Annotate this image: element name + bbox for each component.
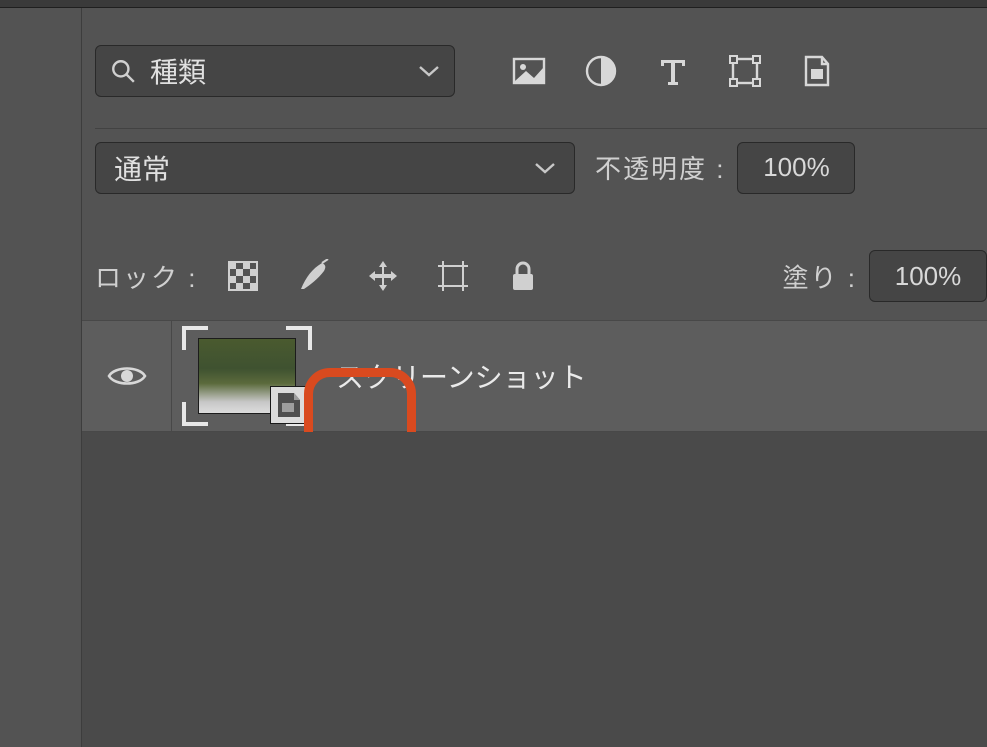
adjustment-filter-icon[interactable]: [583, 53, 619, 89]
layer-filter-row: 種類: [95, 42, 987, 100]
lock-pixels-icon[interactable]: [295, 258, 331, 294]
layer-row[interactable]: スクリーンショット: [82, 320, 987, 432]
layer-visibility-toggle[interactable]: [82, 321, 172, 431]
layer-list-empty-area: [82, 432, 987, 747]
layer-filter-kind-select[interactable]: 種類: [95, 45, 455, 97]
shape-filter-icon[interactable]: [727, 53, 763, 89]
lock-icons: [225, 258, 541, 294]
lock-row: ロック :: [95, 246, 987, 306]
opacity-value: 100%: [763, 152, 830, 183]
layer-thumbnail-cell[interactable]: [172, 321, 322, 431]
lock-label: ロック :: [95, 258, 197, 295]
fill-value-input[interactable]: 100%: [869, 250, 987, 302]
lock-position-icon[interactable]: [365, 258, 401, 294]
fill-group: 塗り : 100%: [783, 250, 987, 302]
blend-mode-select[interactable]: 通常: [95, 142, 575, 194]
smartobject-filter-icon[interactable]: [799, 53, 835, 89]
crop-corner-icon: [182, 326, 208, 350]
chevron-down-icon: [534, 161, 556, 175]
smart-object-badge: [270, 386, 308, 424]
image-filter-icon[interactable]: [511, 53, 547, 89]
layer-list: スクリーンショット: [82, 320, 987, 432]
panel-top-divider: [0, 0, 987, 8]
opacity-group: 不透明度 : 100%: [595, 142, 855, 194]
lock-transparency-icon[interactable]: [225, 258, 261, 294]
layer-filter-kind-label: 種類: [150, 51, 404, 91]
opacity-value-input[interactable]: 100%: [737, 142, 855, 194]
layer-name[interactable]: スクリーンショット: [336, 356, 587, 396]
search-icon: [110, 58, 136, 84]
fill-value: 100%: [895, 261, 962, 292]
blend-mode-label: 通常: [114, 148, 170, 188]
lock-artboard-icon[interactable]: [435, 258, 471, 294]
layer-thumbnail: [182, 326, 312, 426]
eye-icon: [107, 362, 147, 390]
panel-left-gutter: [0, 8, 82, 747]
layer-filter-icons: [511, 53, 835, 89]
type-filter-icon[interactable]: [655, 53, 691, 89]
blend-opacity-row: 通常 不透明度 : 100%: [95, 128, 987, 192]
chevron-down-icon: [418, 64, 440, 78]
fill-label: 塗り :: [783, 258, 857, 295]
crop-corner-icon: [286, 326, 312, 350]
crop-corner-icon: [182, 402, 208, 426]
opacity-label: 不透明度 :: [595, 149, 725, 186]
lock-all-icon[interactable]: [505, 258, 541, 294]
